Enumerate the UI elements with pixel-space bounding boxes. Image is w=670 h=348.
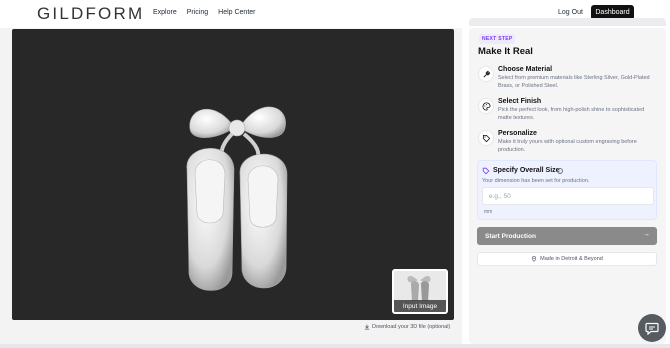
panel-top-edge bbox=[469, 18, 666, 26]
start-production-button[interactable]: Start Production → bbox=[477, 227, 657, 245]
main-nav: Explore Pricing Help Center bbox=[153, 9, 266, 16]
download-3d-link[interactable]: Download your 3D file (optional) bbox=[364, 324, 450, 330]
input-image-thumbnail[interactable]: Input Image bbox=[392, 269, 448, 314]
horizontal-scrollbar[interactable] bbox=[0, 344, 670, 348]
nav-explore[interactable]: Explore bbox=[153, 9, 177, 16]
step-description: Select from premium materials like Sterl… bbox=[498, 75, 650, 89]
arrow-right-icon: → bbox=[643, 231, 650, 238]
panel-title: Make It Real bbox=[478, 46, 533, 57]
hammer-icon bbox=[478, 66, 494, 82]
step-title: Personalize bbox=[498, 130, 537, 137]
size-input[interactable]: e.g., 50 bbox=[482, 187, 654, 205]
tag-icon bbox=[478, 130, 494, 146]
nav-pricing[interactable]: Pricing bbox=[187, 9, 208, 16]
chat-button[interactable] bbox=[638, 314, 666, 342]
made-in-badge: Made in Detroit & Beyond bbox=[477, 252, 657, 266]
nav-help-center[interactable]: Help Center bbox=[218, 9, 255, 16]
step-description: Make it truly yours with optional custom… bbox=[498, 139, 637, 153]
logo[interactable]: GILDFORM bbox=[37, 4, 144, 24]
logout-button[interactable]: Log Out bbox=[558, 9, 583, 16]
download-label: Download your 3D file (optional) bbox=[372, 324, 451, 330]
step-description: Pick the perfect look, from high-polish … bbox=[498, 107, 645, 121]
ballet-shoes-model[interactable] bbox=[162, 84, 312, 299]
start-production-label: Start Production bbox=[485, 232, 536, 240]
palette-icon bbox=[478, 98, 494, 114]
download-icon bbox=[364, 324, 370, 330]
thumbnail-label: Input Image bbox=[394, 300, 446, 312]
next-step-badge: NEXT STEP bbox=[479, 34, 516, 44]
made-in-label: Made in Detroit & Beyond bbox=[540, 256, 603, 262]
location-pin-icon bbox=[532, 256, 537, 262]
size-section: Specify Overall Size i Your dimension ha… bbox=[477, 160, 657, 220]
ruler-tag-icon bbox=[482, 167, 490, 175]
size-title: Specify Overall Size bbox=[493, 167, 560, 174]
step-title: Choose Material bbox=[498, 66, 553, 73]
step-title: Select Finish bbox=[498, 98, 542, 105]
size-subtitle: Your dimension has been set for producti… bbox=[482, 178, 590, 184]
model-viewer[interactable]: Input Image bbox=[12, 29, 454, 320]
chat-icon bbox=[645, 322, 659, 335]
size-unit: mm bbox=[484, 209, 493, 215]
info-icon[interactable]: i bbox=[557, 168, 563, 174]
